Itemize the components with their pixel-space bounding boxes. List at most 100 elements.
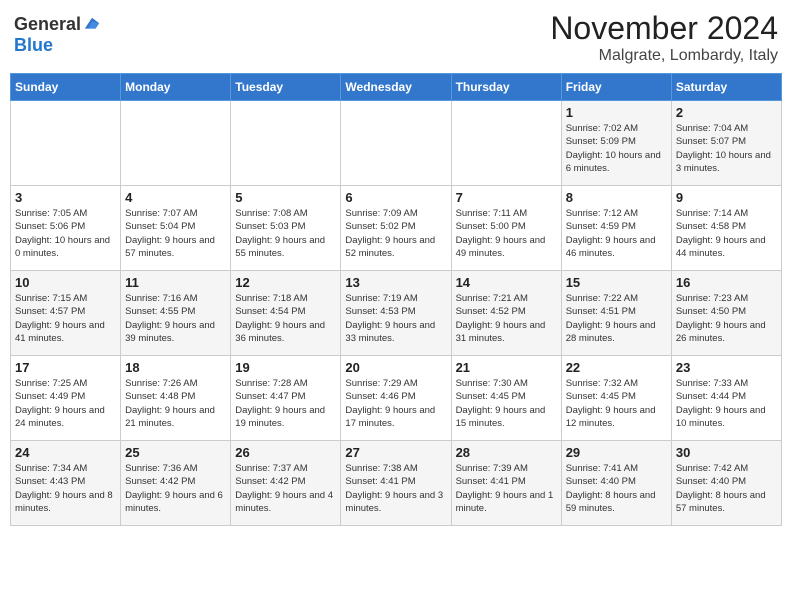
weekday-header: Monday [121,74,231,101]
day-info: Sunrise: 7:37 AM Sunset: 4:42 PM Dayligh… [235,462,336,515]
day-info: Sunrise: 7:18 AM Sunset: 4:54 PM Dayligh… [235,292,336,345]
day-info: Sunrise: 7:05 AM Sunset: 5:06 PM Dayligh… [15,207,116,260]
day-info: Sunrise: 7:08 AM Sunset: 5:03 PM Dayligh… [235,207,336,260]
calendar-week-row: 1 Sunrise: 7:02 AM Sunset: 5:09 PM Daylig… [11,101,782,186]
logo-icon [83,16,101,34]
day-number: 13 [345,275,446,290]
day-info: Sunrise: 7:30 AM Sunset: 4:45 PM Dayligh… [456,377,557,430]
day-info: Sunrise: 7:19 AM Sunset: 4:53 PM Dayligh… [345,292,446,345]
calendar-cell: 30 Sunrise: 7:42 AM Sunset: 4:40 PM Dayli… [671,441,781,526]
weekday-header: Saturday [671,74,781,101]
logo-general-text: General [14,14,81,35]
day-number: 19 [235,360,336,375]
calendar-cell [341,101,451,186]
day-number: 27 [345,445,446,460]
day-info: Sunrise: 7:42 AM Sunset: 4:40 PM Dayligh… [676,462,777,515]
day-number: 6 [345,190,446,205]
calendar-cell: 21 Sunrise: 7:30 AM Sunset: 4:45 PM Dayli… [451,356,561,441]
calendar-cell [121,101,231,186]
day-info: Sunrise: 7:15 AM Sunset: 4:57 PM Dayligh… [15,292,116,345]
calendar-cell: 22 Sunrise: 7:32 AM Sunset: 4:45 PM Dayli… [561,356,671,441]
day-number: 3 [15,190,116,205]
day-number: 12 [235,275,336,290]
day-info: Sunrise: 7:29 AM Sunset: 4:46 PM Dayligh… [345,377,446,430]
calendar-cell: 10Sunrise: 7:15 AM Sunset: 4:57 PM Dayli… [11,271,121,356]
day-info: Sunrise: 7:32 AM Sunset: 4:45 PM Dayligh… [566,377,667,430]
weekday-header: Wednesday [341,74,451,101]
day-info: Sunrise: 7:28 AM Sunset: 4:47 PM Dayligh… [235,377,336,430]
day-number: 17 [15,360,116,375]
day-info: Sunrise: 7:22 AM Sunset: 4:51 PM Dayligh… [566,292,667,345]
calendar-cell: 9 Sunrise: 7:14 AM Sunset: 4:58 PM Daylig… [671,186,781,271]
calendar-cell: 13 Sunrise: 7:19 AM Sunset: 4:53 PM Dayli… [341,271,451,356]
calendar-cell: 12 Sunrise: 7:18 AM Sunset: 4:54 PM Dayli… [231,271,341,356]
day-number: 16 [676,275,777,290]
calendar-cell: 26 Sunrise: 7:37 AM Sunset: 4:42 PM Dayli… [231,441,341,526]
day-number: 8 [566,190,667,205]
calendar-cell: 1 Sunrise: 7:02 AM Sunset: 5:09 PM Daylig… [561,101,671,186]
day-number: 9 [676,190,777,205]
day-number: 1 [566,105,667,120]
day-info: Sunrise: 7:41 AM Sunset: 4:40 PM Dayligh… [566,462,667,515]
day-number: 15 [566,275,667,290]
day-number: 30 [676,445,777,460]
day-info: Sunrise: 7:23 AM Sunset: 4:50 PM Dayligh… [676,292,777,345]
day-number: 21 [456,360,557,375]
day-number: 28 [456,445,557,460]
calendar-cell: 18Sunrise: 7:26 AM Sunset: 4:48 PM Dayli… [121,356,231,441]
day-number: 20 [345,360,446,375]
day-number: 29 [566,445,667,460]
day-number: 23 [676,360,777,375]
day-number: 4 [125,190,226,205]
day-number: 5 [235,190,336,205]
calendar-cell: 19 Sunrise: 7:28 AM Sunset: 4:47 PM Dayli… [231,356,341,441]
calendar-cell: 20 Sunrise: 7:29 AM Sunset: 4:46 PM Dayli… [341,356,451,441]
calendar-cell [451,101,561,186]
weekday-header: Thursday [451,74,561,101]
day-number: 26 [235,445,336,460]
calendar-cell: 6 Sunrise: 7:09 AM Sunset: 5:02 PM Daylig… [341,186,451,271]
title-block: November 2024 Malgrate, Lombardy, Italy [550,10,778,65]
day-info: Sunrise: 7:21 AM Sunset: 4:52 PM Dayligh… [456,292,557,345]
day-info: Sunrise: 7:02 AM Sunset: 5:09 PM Dayligh… [566,122,667,175]
day-number: 11 [125,275,226,290]
day-info: Sunrise: 7:11 AM Sunset: 5:00 PM Dayligh… [456,207,557,260]
calendar-cell: 8 Sunrise: 7:12 AM Sunset: 4:59 PM Daylig… [561,186,671,271]
location-text: Malgrate, Lombardy, Italy [550,47,778,65]
calendar-cell [231,101,341,186]
day-number: 22 [566,360,667,375]
calendar-cell [11,101,121,186]
calendar-week-row: 10Sunrise: 7:15 AM Sunset: 4:57 PM Dayli… [11,271,782,356]
calendar-cell: 27 Sunrise: 7:38 AM Sunset: 4:41 PM Dayli… [341,441,451,526]
calendar-week-row: 17 Sunrise: 7:25 AM Sunset: 4:49 PM Dayli… [11,356,782,441]
day-info: Sunrise: 7:25 AM Sunset: 4:49 PM Dayligh… [15,377,116,430]
day-info: Sunrise: 7:34 AM Sunset: 4:43 PM Dayligh… [15,462,116,515]
day-number: 14 [456,275,557,290]
calendar-cell: 3 Sunrise: 7:05 AM Sunset: 5:06 PM Daylig… [11,186,121,271]
calendar-cell: 5 Sunrise: 7:08 AM Sunset: 5:03 PM Daylig… [231,186,341,271]
day-info: Sunrise: 7:16 AM Sunset: 4:55 PM Dayligh… [125,292,226,345]
logo: General Blue [14,14,101,56]
day-info: Sunrise: 7:33 AM Sunset: 4:44 PM Dayligh… [676,377,777,430]
calendar-cell: 2Sunrise: 7:04 AM Sunset: 5:07 PM Daylig… [671,101,781,186]
calendar-cell: 29 Sunrise: 7:41 AM Sunset: 4:40 PM Dayli… [561,441,671,526]
weekday-header: Sunday [11,74,121,101]
calendar-cell: 23 Sunrise: 7:33 AM Sunset: 4:44 PM Dayli… [671,356,781,441]
day-info: Sunrise: 7:09 AM Sunset: 5:02 PM Dayligh… [345,207,446,260]
day-info: Sunrise: 7:26 AM Sunset: 4:48 PM Dayligh… [125,377,226,430]
day-info: Sunrise: 7:14 AM Sunset: 4:58 PM Dayligh… [676,207,777,260]
calendar-cell: 7Sunrise: 7:11 AM Sunset: 5:00 PM Daylig… [451,186,561,271]
day-info: Sunrise: 7:36 AM Sunset: 4:42 PM Dayligh… [125,462,226,515]
calendar-cell: 4 Sunrise: 7:07 AM Sunset: 5:04 PM Daylig… [121,186,231,271]
calendar-cell: 14 Sunrise: 7:21 AM Sunset: 4:52 PM Dayli… [451,271,561,356]
calendar-cell: 15 Sunrise: 7:22 AM Sunset: 4:51 PM Dayli… [561,271,671,356]
day-info: Sunrise: 7:38 AM Sunset: 4:41 PM Dayligh… [345,462,446,515]
weekday-header: Friday [561,74,671,101]
calendar-cell: 24 Sunrise: 7:34 AM Sunset: 4:43 PM Dayli… [11,441,121,526]
day-info: Sunrise: 7:04 AM Sunset: 5:07 PM Dayligh… [676,122,777,175]
logo-blue-text: Blue [14,35,53,56]
day-info: Sunrise: 7:07 AM Sunset: 5:04 PM Dayligh… [125,207,226,260]
day-info: Sunrise: 7:12 AM Sunset: 4:59 PM Dayligh… [566,207,667,260]
day-number: 24 [15,445,116,460]
month-title: November 2024 [550,10,778,47]
